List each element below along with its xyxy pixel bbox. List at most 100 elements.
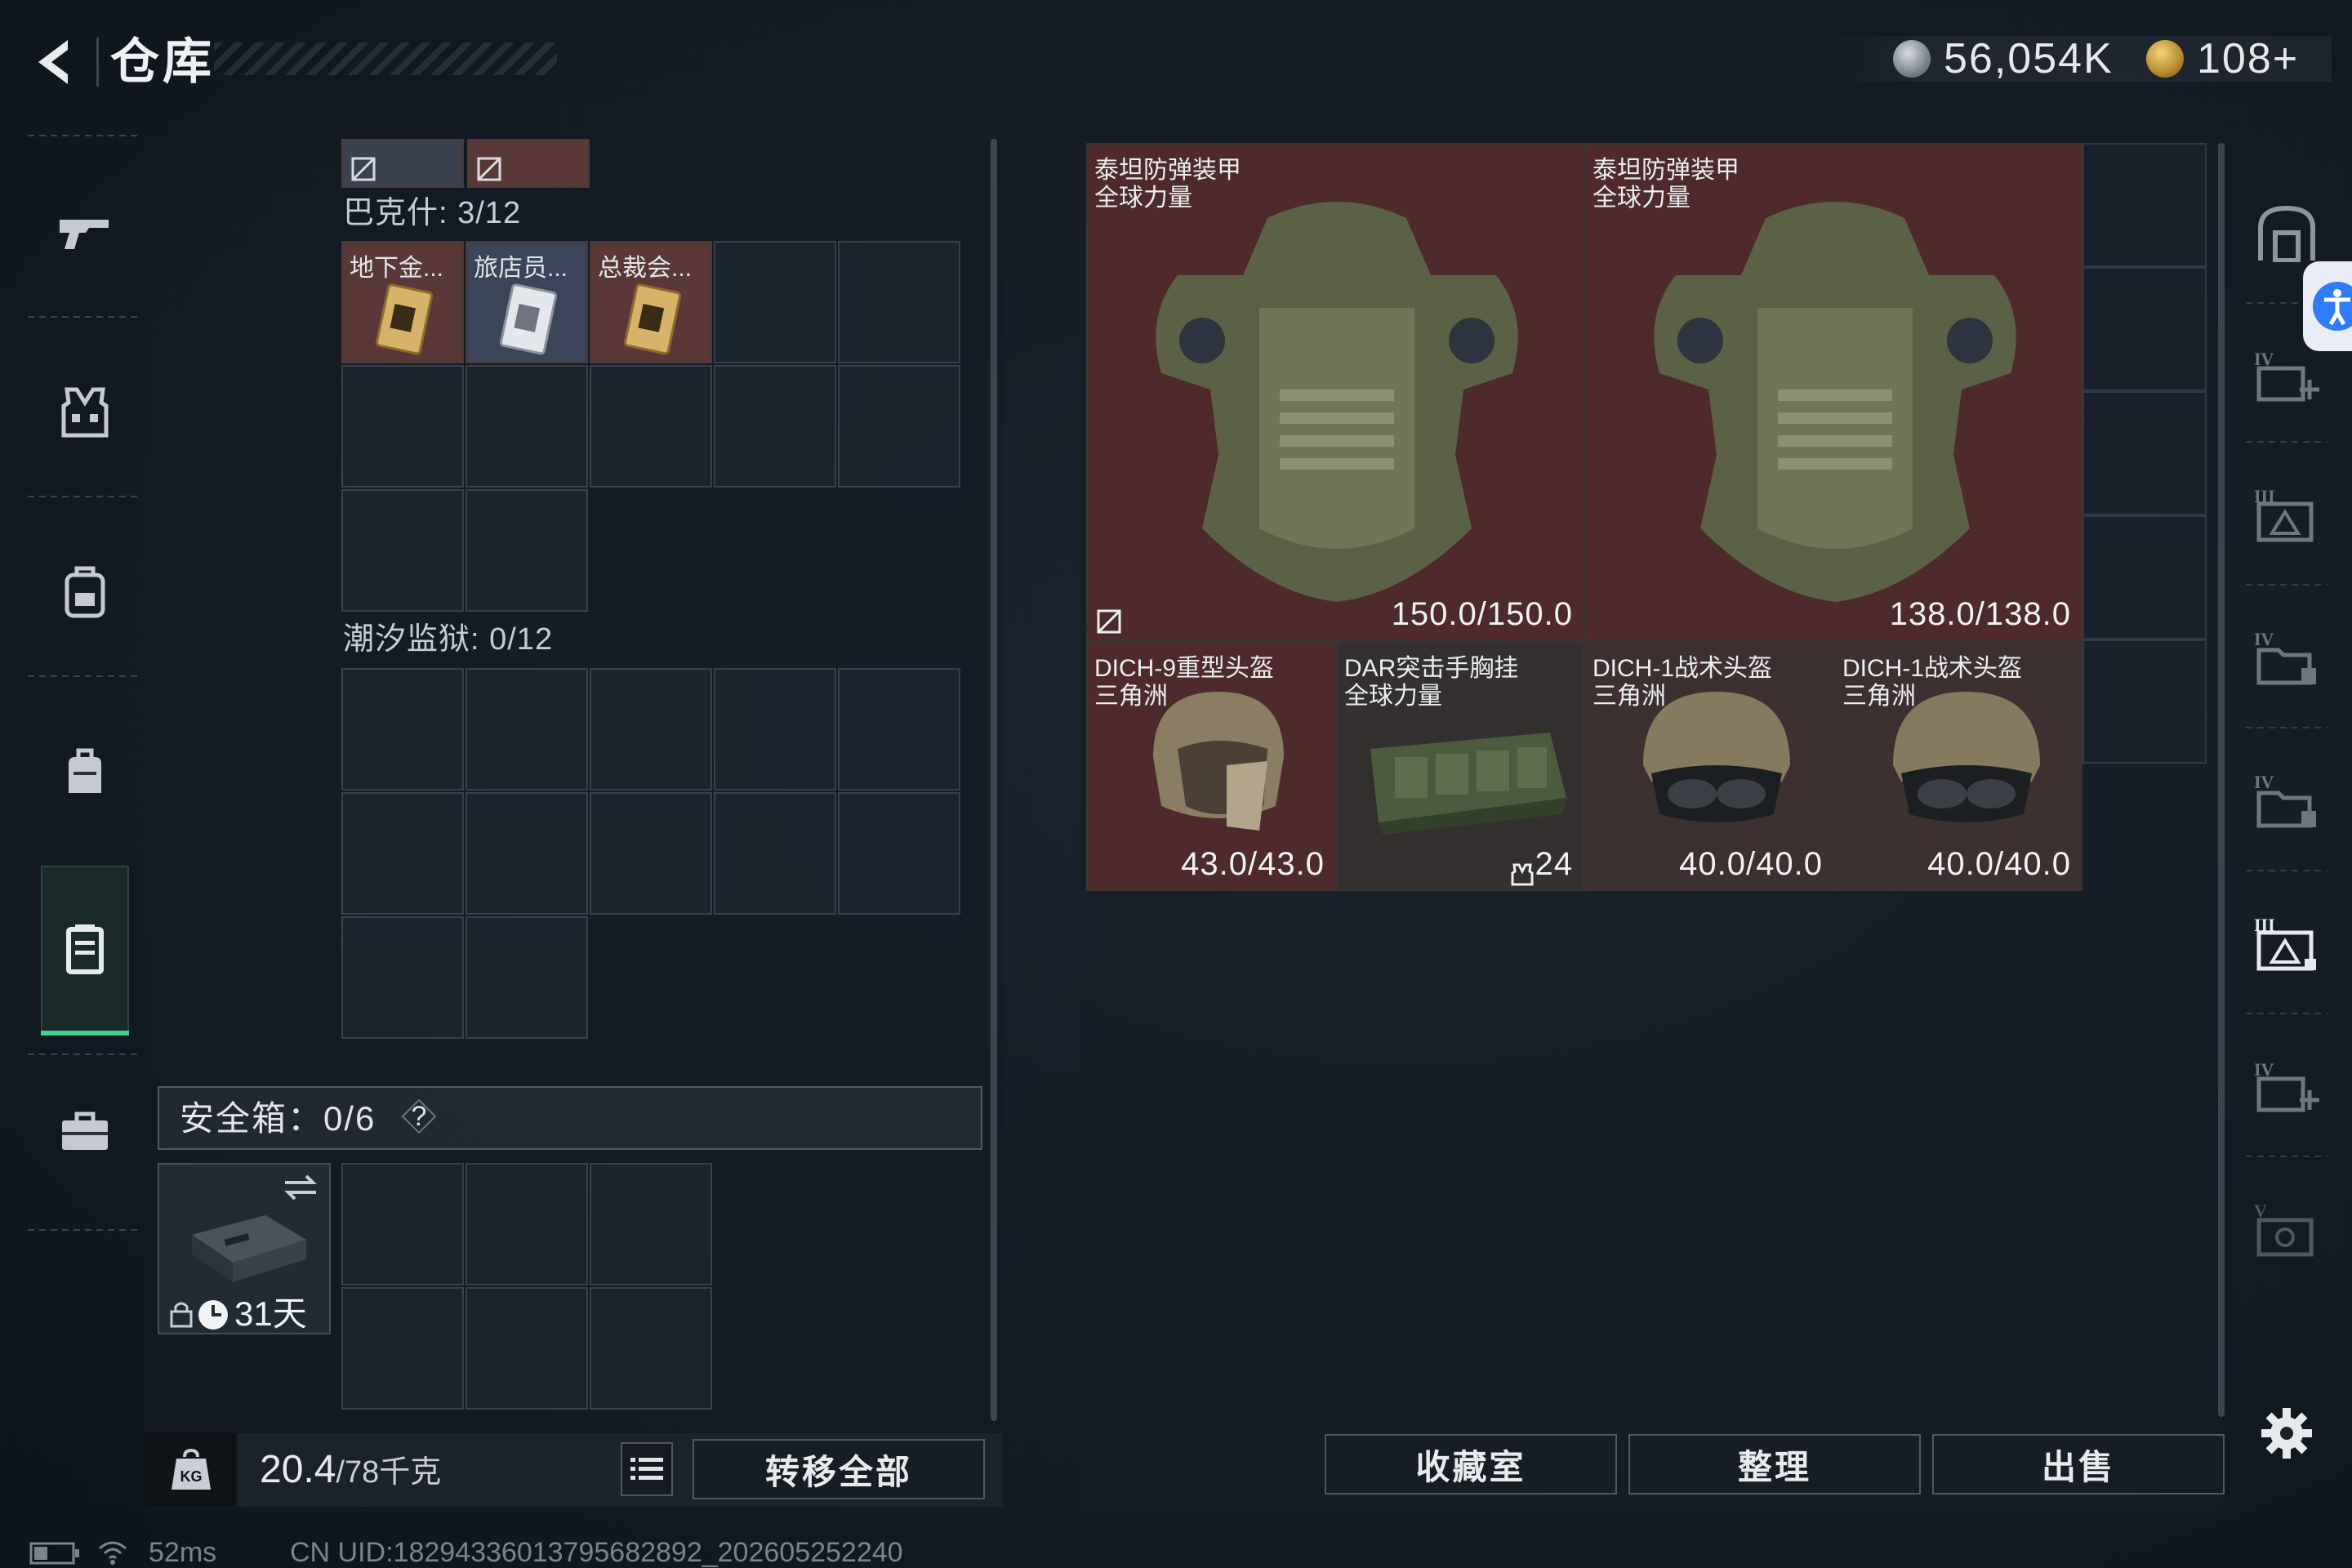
silver-coin-icon: [1893, 40, 1931, 78]
gun-icon: [60, 220, 109, 249]
stash-tab-IV-b[interactable]: IV: [2238, 588, 2336, 727]
lock-icon: [170, 1302, 193, 1328]
battery-icon: [29, 1542, 79, 1565]
sort-button[interactable]: 整理: [1628, 1434, 1921, 1494]
svg-text:IV: IV: [2254, 772, 2274, 792]
item-durability: 40.0/40.0: [1679, 846, 1823, 882]
keycard-icon: [623, 283, 682, 355]
title-decoration: [214, 42, 557, 75]
svg-text:V: V: [2254, 1200, 2267, 1221]
chest-rig-image-icon: [1370, 733, 1566, 835]
no-insure-icon: [477, 157, 501, 181]
safe-box-grid: [341, 1163, 717, 1411]
currency-gold-amount[interactable]: 108+: [2197, 34, 2299, 83]
currency-silver-amount: 56,054K: [1944, 35, 2114, 82]
sell-button[interactable]: 出售: [1932, 1434, 2225, 1494]
nav-weapon[interactable]: [42, 151, 127, 314]
keycard-icon: [375, 283, 434, 355]
item-chest-rig[interactable]: DAR突击手胸挂 全球力量 24: [1336, 641, 1584, 891]
item-helmet[interactable]: DICH-9重型头盔 三角洲 43.0/43.0: [1086, 641, 1336, 891]
item-helmet[interactable]: DICH-1战术头盔 三角洲 40.0/40.0: [1834, 641, 2082, 891]
settings-button[interactable]: [2238, 1364, 2336, 1503]
transfer-all-button[interactable]: 转移全部: [693, 1439, 985, 1499]
item-card-keycard[interactable]: 旅店员...: [466, 241, 588, 363]
container-bakesh-grid: 地下金... 旅店员... 总裁会...: [341, 241, 964, 617]
tactical-helmet-image-icon: [1893, 692, 2040, 822]
kg-weight-icon: KG: [172, 1448, 211, 1490]
top-bar: 仓库 56,054K 108+: [0, 0, 2352, 122]
stash-III-icon: III: [2254, 486, 2314, 542]
stash-grid: 泰坦防弹装甲 全球力量 150.0/150.0 泰坦防弹装甲 全球力量 138.…: [1086, 143, 2210, 894]
clock-icon: [198, 1300, 228, 1330]
keycard-icon: [499, 283, 558, 355]
nav-briefcase[interactable]: [42, 1049, 127, 1213]
gear-icon: [2261, 1408, 2312, 1459]
gold-coin-icon: [2146, 40, 2184, 78]
item-card-keycard[interactable]: 总裁会...: [590, 241, 712, 363]
safe-case-days: 31天: [234, 1294, 307, 1333]
item-name: 地下金...: [350, 255, 444, 282]
no-insure-icon: [1097, 609, 1121, 634]
stash-tab-III-active[interactable]: III: [2238, 874, 2336, 1013]
item-durability: 138.0/138.0: [1889, 596, 2071, 632]
nav-vest[interactable]: [42, 331, 127, 494]
vault-icon: [2258, 205, 2315, 262]
help-button[interactable]: ?: [400, 1098, 438, 1135]
item-durability: 43.0/43.0: [1181, 846, 1325, 882]
stash-tabs-nav: IV III IV IV III IV V: [2238, 155, 2336, 1544]
container-tidal-grid: [341, 668, 964, 1044]
stash-IV-folder-icon-2: IV: [2254, 772, 2316, 828]
accessibility-button[interactable]: [2303, 261, 2352, 351]
item-slot[interactable]: [467, 139, 590, 188]
stash-V-icon: V: [2254, 1200, 2314, 1257]
nav-backpack[interactable]: [42, 510, 127, 674]
item-slot-count: 24: [1535, 846, 1573, 882]
svg-text:IV: IV: [2254, 629, 2274, 649]
safe-case-item[interactable]: 31天: [158, 1163, 331, 1334]
list-view-button[interactable]: [621, 1442, 673, 1496]
item-name: 总裁会...: [598, 255, 693, 282]
bag-icon: [69, 748, 101, 793]
help-question-mark: ?: [411, 1101, 427, 1132]
stash-tab-IV-c[interactable]: IV: [2238, 731, 2336, 870]
locker-icon: [66, 924, 104, 974]
uid-readout: CN UID:18294336013795682892_202605252240: [290, 1537, 903, 1568]
back-button[interactable]: [23, 29, 88, 95]
safe-case-image-icon: [192, 1215, 306, 1282]
accessibility-icon: [2313, 282, 2352, 331]
collection-room-button[interactable]: 收藏室: [1325, 1434, 1617, 1494]
stash-tab-III-a[interactable]: III: [2238, 445, 2336, 584]
status-bar: 52ms CN UID:18294336013795682892_2026052…: [0, 1535, 2352, 1568]
weight-current: 20.4: [260, 1448, 336, 1491]
safe-box-label: 安全箱：0/6: [180, 1099, 376, 1138]
svg-text:IV: IV: [2254, 349, 2274, 369]
stash-IV-add-icon: IV: [2254, 349, 2319, 402]
nav-bag[interactable]: [42, 690, 127, 853]
weight-icon-box: KG: [145, 1433, 237, 1507]
item-name: 旅店员...: [474, 255, 568, 282]
stash-IV-add-icon-2: IV: [2254, 1059, 2319, 1112]
page-title: 仓库: [110, 34, 215, 89]
svg-text:KG: KG: [180, 1468, 203, 1485]
container-tidal-label: 潮汐监狱: 0/12: [343, 622, 554, 657]
wifi-icon: [99, 1541, 127, 1565]
nav-locker[interactable]: [41, 866, 129, 1036]
item-armor[interactable]: 泰坦防弹装甲 全球力量 138.0/138.0: [1584, 143, 2082, 641]
item-slot[interactable]: [341, 139, 464, 188]
stash-tab-IV-d[interactable]: IV: [2238, 1017, 2336, 1156]
backpack-icon: [65, 566, 105, 618]
svg-text:IV: IV: [2254, 1059, 2274, 1080]
item-durability: 40.0/40.0: [1927, 846, 2071, 882]
container-scrollbar[interactable]: [991, 139, 997, 1421]
stash-III-active-icon: III: [2254, 915, 2316, 971]
body-armor-image-icon: [1654, 202, 2016, 602]
briefcase-icon: [62, 1111, 108, 1150]
item-card-keycard[interactable]: 地下金...: [341, 241, 464, 363]
item-armor[interactable]: 泰坦防弹装甲 全球力量 150.0/150.0: [1086, 143, 1584, 641]
heavy-helmet-image-icon: [1153, 692, 1284, 831]
container-bakesh-label: 巴克什: 3/12: [343, 196, 522, 230]
stash-tab-V[interactable]: V: [2238, 1160, 2336, 1298]
vest-icon: [61, 387, 109, 438]
stash-scrollbar[interactable]: [2218, 143, 2225, 1417]
item-helmet[interactable]: DICH-1战术头盔 三角洲 40.0/40.0: [1584, 641, 1834, 891]
